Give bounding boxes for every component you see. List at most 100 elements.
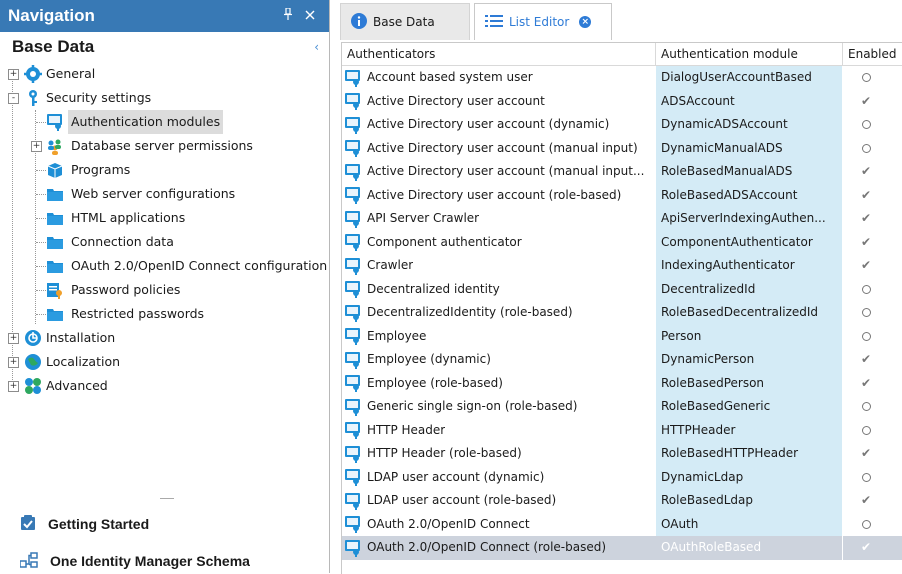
checkmark-icon[interactable]: ✔ <box>861 188 871 202</box>
cell-authenticator[interactable]: Decentralized identity <box>342 278 656 302</box>
table-row[interactable]: Employee (role-based) RoleBasedPerson ✔ <box>342 371 902 396</box>
cell-enabled[interactable] <box>843 113 902 137</box>
cell-authentication-module[interactable]: OAuth <box>656 512 843 536</box>
cell-enabled[interactable]: ✔ <box>843 536 902 560</box>
cell-enabled[interactable] <box>843 513 902 537</box>
cell-authentication-module[interactable]: RoleBasedPerson <box>656 371 843 395</box>
table-row[interactable]: LDAP user account (dynamic) DynamicLdap <box>342 465 902 490</box>
cell-enabled[interactable]: ✔ <box>843 489 902 513</box>
cell-enabled[interactable] <box>843 66 902 90</box>
cell-enabled[interactable] <box>843 419 902 443</box>
cell-authenticator[interactable]: HTTP Header <box>342 419 656 443</box>
column-header-authentication-module[interactable]: Authentication module <box>656 43 843 65</box>
tree-item-password-policies[interactable]: Password policies <box>0 278 329 302</box>
checkmark-icon[interactable]: ✔ <box>861 235 871 249</box>
cell-authentication-module[interactable]: ADSAccount <box>656 89 843 113</box>
table-row[interactable]: Active Directory user account ADSAccount ✔ <box>342 89 902 114</box>
cell-authenticator[interactable]: Employee (dynamic) <box>342 348 656 372</box>
cell-authentication-module[interactable]: DynamicPerson <box>656 348 843 372</box>
table-row[interactable]: Decentralized identity DecentralizedId <box>342 277 902 302</box>
cell-enabled[interactable]: ✔ <box>843 184 902 208</box>
cell-authentication-module[interactable]: DynamicManualADS <box>656 136 843 160</box>
cell-authenticator[interactable]: Employee <box>342 325 656 349</box>
cell-authentication-module[interactable]: RoleBasedGeneric <box>656 395 843 419</box>
table-row[interactable]: Active Directory user account (dynamic) D… <box>342 113 902 137</box>
cell-authentication-module[interactable]: DecentralizedId <box>656 277 843 301</box>
collapse-icon[interactable]: - <box>8 93 19 104</box>
unchecked-circle-icon[interactable] <box>861 143 871 153</box>
tree-item-security-settings[interactable]: - Security settings <box>0 86 329 110</box>
cell-authentication-module[interactable]: ApiServerIndexingAuthen... <box>656 207 843 231</box>
cell-authenticator[interactable]: OAuth 2.0/OpenID Connect <box>342 513 656 537</box>
tree-item-restricted-passwords[interactable]: Restricted passwords <box>0 302 329 326</box>
table-row[interactable]: Active Directory user account (manual in… <box>342 160 902 184</box>
cell-enabled[interactable]: ✔ <box>843 207 902 231</box>
table-row[interactable]: Employee (dynamic) DynamicPerson ✔ <box>342 348 902 372</box>
cell-authentication-module[interactable]: DialogUserAccountBased <box>656 66 843 90</box>
cell-enabled[interactable]: ✔ <box>843 442 902 466</box>
pin-icon[interactable] <box>277 7 299 24</box>
table-row[interactable]: Crawler IndexingAuthenticator ✔ <box>342 254 902 278</box>
table-row[interactable]: API Server Crawler ApiServerIndexingAuthe… <box>342 207 902 231</box>
tab-list-editor[interactable]: List Editor × <box>474 3 612 40</box>
cell-authenticator[interactable]: Crawler <box>342 254 656 278</box>
expand-icon[interactable]: + <box>8 357 19 368</box>
unchecked-circle-icon[interactable] <box>861 425 871 435</box>
cell-authentication-module[interactable]: ComponentAuthenticator <box>656 230 843 254</box>
cell-authenticator[interactable]: LDAP user account (dynamic) <box>342 466 656 490</box>
table-row[interactable]: HTTP Header HTTPHeader <box>342 418 902 443</box>
cell-authenticator[interactable]: Active Directory user account (role-base… <box>342 184 656 208</box>
column-header-enabled[interactable]: Enabled <box>843 43 902 65</box>
cell-authenticator[interactable]: LDAP user account (role-based) <box>342 489 656 513</box>
table-row[interactable]: Employee Person <box>342 324 902 349</box>
panel-splitter[interactable] <box>0 496 329 502</box>
tree-item-web-server-configurations[interactable]: Web server configurations <box>0 182 329 206</box>
unchecked-circle-icon[interactable] <box>861 120 871 129</box>
checkmark-icon[interactable]: ✔ <box>861 446 871 460</box>
cell-enabled[interactable] <box>843 278 902 302</box>
cell-authenticator[interactable]: Component authenticator <box>342 231 656 255</box>
expand-icon[interactable]: + <box>8 381 19 392</box>
tree-item-localization[interactable]: + Localization <box>0 350 329 374</box>
checkmark-icon[interactable]: ✔ <box>861 352 871 366</box>
schema-link[interactable]: One Identity Manager Schema <box>0 546 329 573</box>
unchecked-circle-icon[interactable] <box>861 73 871 82</box>
cell-authenticator[interactable]: Active Directory user account <box>342 90 656 114</box>
table-row[interactable]: LDAP user account (role-based) RoleBasedL… <box>342 489 902 513</box>
cell-authenticator[interactable]: Active Directory user account (manual in… <box>342 137 656 161</box>
table-row[interactable]: Active Directory user account (role-base… <box>342 183 902 208</box>
tab-close-icon[interactable]: × <box>579 16 592 28</box>
cell-authentication-module[interactable]: RoleBasedDecentralizedId <box>656 301 843 325</box>
table-row[interactable]: HTTP Header (role-based) RoleBasedHTTPHea… <box>342 442 902 466</box>
cell-authenticator[interactable]: DecentralizedIdentity (role-based) <box>342 301 656 325</box>
checkmark-icon[interactable]: ✔ <box>861 211 871 225</box>
expand-icon[interactable]: + <box>8 69 19 80</box>
cell-authentication-module[interactable]: Person <box>656 324 843 348</box>
unchecked-circle-icon[interactable] <box>861 472 871 482</box>
table-row[interactable]: OAuth 2.0/OpenID Connect OAuth <box>342 512 902 537</box>
expand-icon[interactable]: + <box>8 333 19 344</box>
cell-authenticator[interactable]: Generic single sign-on (role-based) <box>342 395 656 419</box>
tree-item-advanced[interactable]: + Advanced <box>0 374 329 398</box>
cell-enabled[interactable] <box>843 325 902 349</box>
cell-authenticator[interactable]: Active Directory user account (dynamic) <box>342 113 656 137</box>
table-row[interactable]: Active Directory user account (manual in… <box>342 136 902 161</box>
table-row[interactable]: Component authenticator ComponentAuthenti… <box>342 230 902 255</box>
cell-enabled[interactable] <box>843 466 902 490</box>
tree-item-oauth-configuration[interactable]: OAuth 2.0/OpenID Connect configuration <box>0 254 329 278</box>
chevron-left-icon[interactable]: ‹ <box>314 40 319 54</box>
tree-item-general[interactable]: + General <box>0 62 329 86</box>
cell-authenticator[interactable]: API Server Crawler <box>342 207 656 231</box>
cell-authentication-module[interactable]: RoleBasedLdap <box>656 489 843 513</box>
unchecked-circle-icon[interactable] <box>861 284 871 294</box>
cell-authenticator[interactable]: HTTP Header (role-based) <box>342 442 656 466</box>
cell-enabled[interactable]: ✔ <box>843 372 902 396</box>
cell-authentication-module[interactable]: DynamicADSAccount <box>656 113 843 137</box>
tree-item-connection-data[interactable]: Connection data <box>0 230 329 254</box>
unchecked-circle-icon[interactable] <box>861 519 871 529</box>
cell-authentication-module[interactable]: RoleBasedHTTPHeader <box>656 442 843 466</box>
getting-started-link[interactable]: Getting Started <box>0 509 329 539</box>
tab-base-data[interactable]: Base Data <box>340 3 470 40</box>
expand-icon[interactable]: + <box>31 141 42 152</box>
cell-enabled[interactable]: ✔ <box>843 160 902 184</box>
